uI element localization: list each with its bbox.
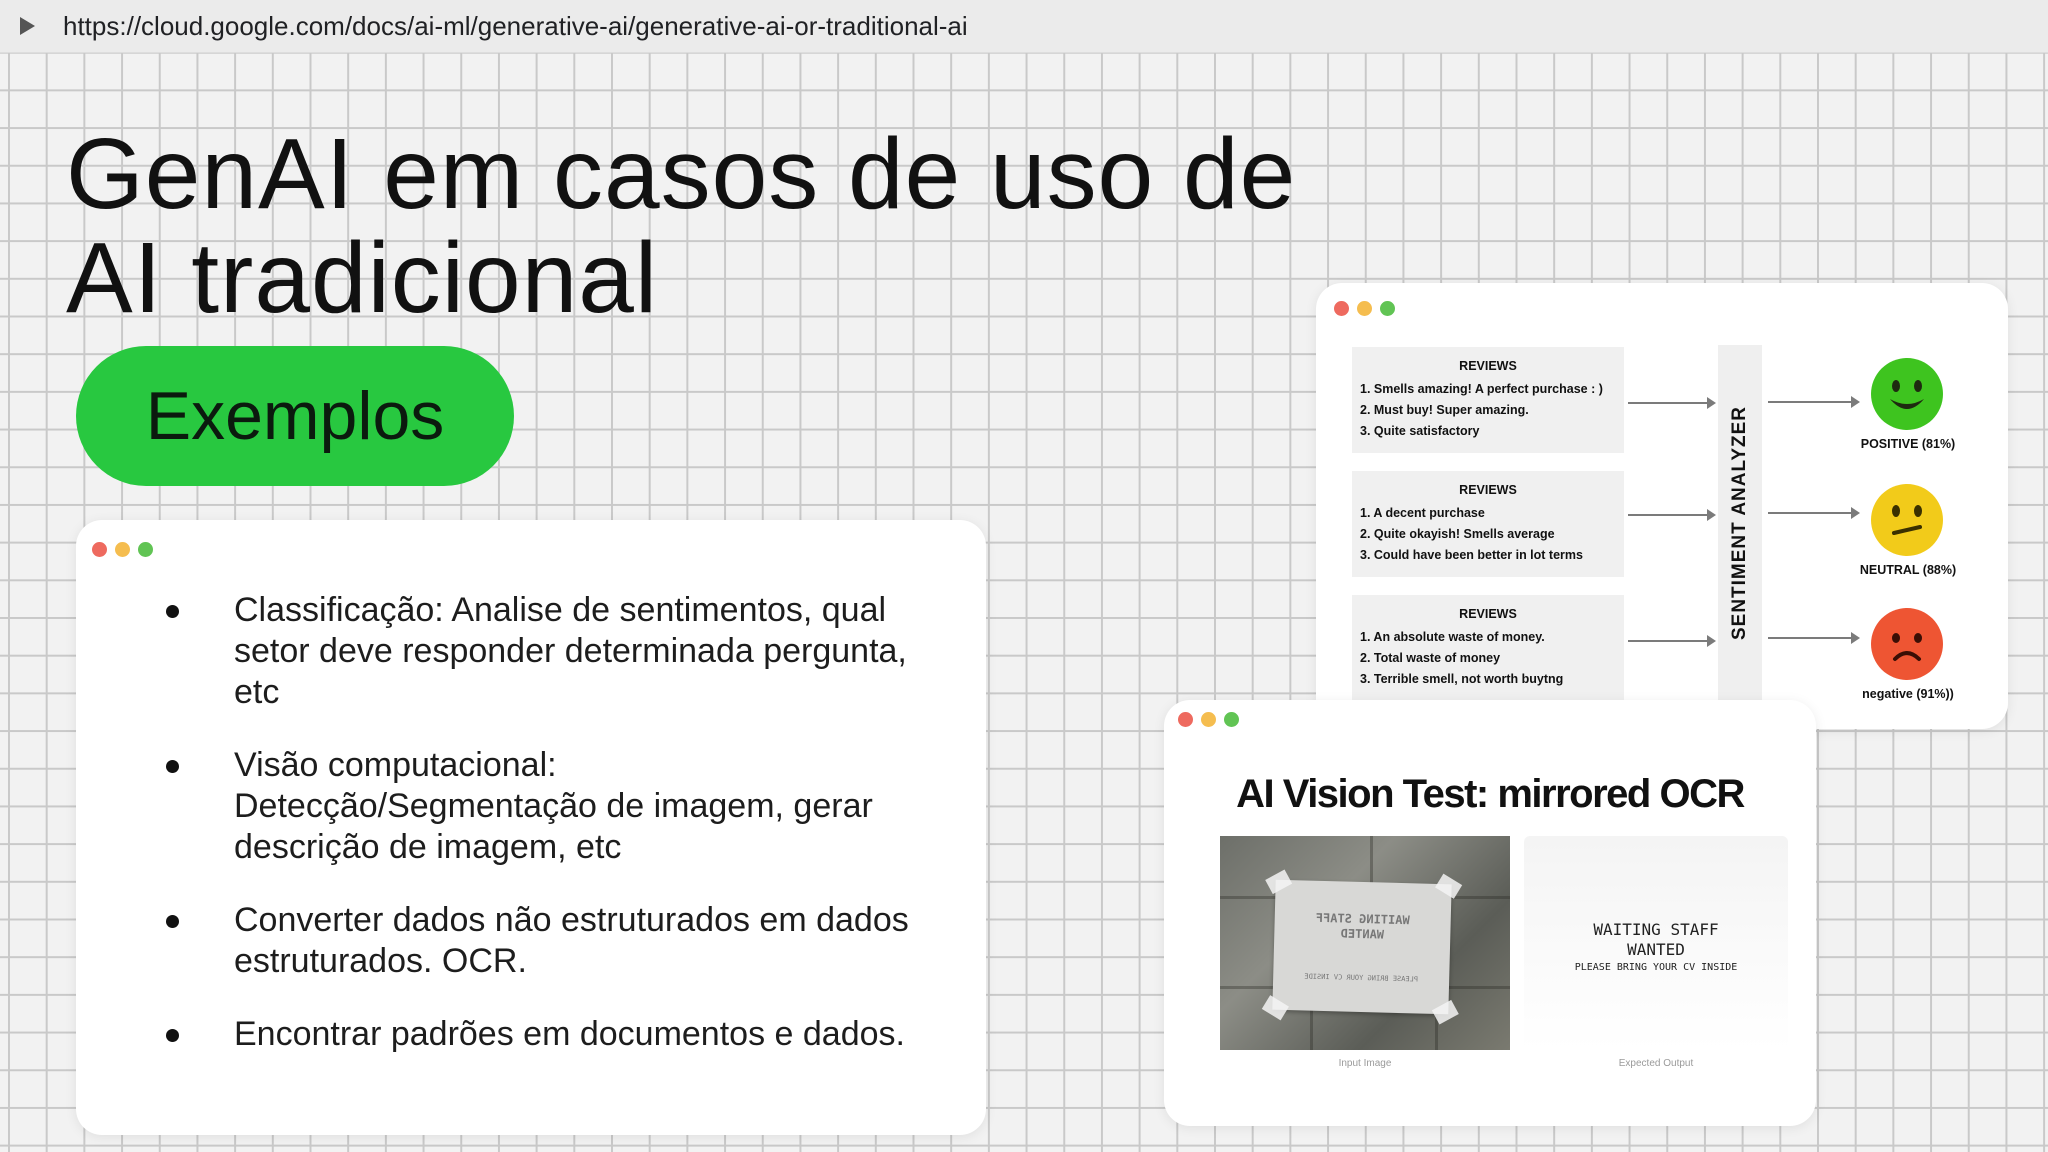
review-line: 1. An absolute waste of money. [1360,630,1545,644]
review-line: 1. A decent purchase [1360,506,1485,520]
sentiment-analyzer-bar: SENTIMENT ANALYZER [1718,345,1762,701]
review-line: 2. Must buy! Super amazing. [1360,403,1529,417]
output-line: WANTED [1627,940,1685,959]
review-box-neutral: REVIEWS 1. A decent purchase 2. Quite ok… [1352,471,1624,577]
examples-card: Classificação: Analise de sentimentos, q… [76,520,986,1135]
list-item-text: Converter dados não estruturados em dado… [234,901,909,980]
review-title: REVIEWS [1459,483,1517,497]
input-caption: Input Image [1338,1058,1392,1069]
bullet-icon [166,760,179,773]
window-controls [92,542,153,557]
close-dot-icon [1178,712,1193,727]
review-box-positive: REVIEWS 1. Smells amazing! A perfect pur… [1352,347,1624,453]
list-item: Converter dados não estruturados em dado… [164,900,924,982]
list-item-text: Classificação: Analise de sentimentos, q… [234,591,907,711]
bullet-icon [166,915,179,928]
review-box-negative: REVIEWS 1. An absolute waste of money. 2… [1352,595,1624,701]
review-title: REVIEWS [1459,359,1517,373]
maximize-dot-icon [138,542,153,557]
url-bar[interactable]: https://cloud.google.com/docs/ai-ml/gene… [0,0,2048,53]
url-text[interactable]: https://cloud.google.com/docs/ai-ml/gene… [63,11,968,42]
review-line: 3. Could have been better in lot terms [1360,548,1583,562]
title-line-1: GenAI em casos de uso de [66,118,1297,230]
review-line: 3. Quite satisfactory [1360,424,1480,438]
sad-face-icon [1870,607,1944,681]
review-line: 2. Quite okayish! Smells average [1360,527,1555,541]
ocr-title: AI Vision Test: mirrored OCR [1236,772,1745,816]
bullet-icon [166,1029,179,1042]
arrow-icon [1768,632,1860,644]
list-item-text: Encontrar padrões em documentos e dados. [234,1015,905,1053]
bullet-icon [166,605,179,618]
arrow-icon [1628,397,1716,409]
arrow-icon [1768,507,1860,519]
arrow-icon [1628,635,1716,647]
list-item-text: Visão computacional: Detecção/Segmentaçã… [234,746,873,866]
output-line: WAITING STAFF [1593,920,1719,939]
expected-output: WAITING STAFF WANTED PLEASE BRING YOUR C… [1524,836,1788,1050]
arrow-icon [1628,509,1716,521]
review-line: 1. Smells amazing! A perfect purchase : … [1360,382,1603,396]
minimize-dot-icon [1357,301,1372,316]
input-image: WAITING STAFF WANTED PLEASE BRING YOUR C… [1220,836,1510,1050]
ocr-test-card: AI Vision Test: mirrored OCR WAITING STA… [1164,700,1816,1126]
play-icon[interactable] [20,17,35,35]
title-line-2: AI tradicional [66,222,659,334]
examples-list: Classificação: Analise de sentimentos, q… [164,590,924,1087]
analyzer-label: SENTIMENT ANALYZER [1729,405,1750,641]
window-controls [1334,301,1395,316]
minimize-dot-icon [1201,712,1216,727]
sentiment-analyzer-card: REVIEWS 1. Smells amazing! A perfect pur… [1316,283,2008,729]
maximize-dot-icon [1224,712,1239,727]
tape [1261,995,1289,1021]
mirrored-sign-line: PLEASE BRING YOUR CV INSIDE [1304,972,1419,984]
tape [1265,869,1293,895]
arrow-icon [1768,396,1860,408]
review-line: 3. Terrible smell, not worth buytng [1360,672,1564,686]
output-line: PLEASE BRING YOUR CV INSIDE [1574,962,1738,973]
minimize-dot-icon [115,542,130,557]
slide-title: GenAI em casos de uso de AI tradicional [66,122,1296,330]
maximize-dot-icon [1380,301,1395,316]
close-dot-icon [1334,301,1349,316]
review-title: REVIEWS [1459,607,1517,621]
sentiment-result-negative: negative (91%)) [1862,687,1954,701]
close-dot-icon [92,542,107,557]
output-caption: Expected Output [1618,1058,1694,1069]
list-item: Encontrar padrões em documentos e dados. [164,1014,924,1055]
examples-badge: Exemplos [76,346,514,486]
sentiment-result-positive: POSITIVE (81%) [1860,437,1956,451]
neutral-face-icon [1870,483,1944,557]
sentiment-result-neutral: NEUTRAL (88%) [1859,563,1957,577]
review-line: 2. Total waste of money [1360,651,1501,665]
window-controls [1178,712,1239,727]
list-item: Visão computacional: Detecção/Segmentaçã… [164,745,924,868]
happy-face-icon [1870,357,1944,431]
mirrored-sign: WAITING STAFF WANTED PLEASE BRING YOUR C… [1261,869,1463,1025]
list-item: Classificação: Analise de sentimentos, q… [164,590,924,713]
